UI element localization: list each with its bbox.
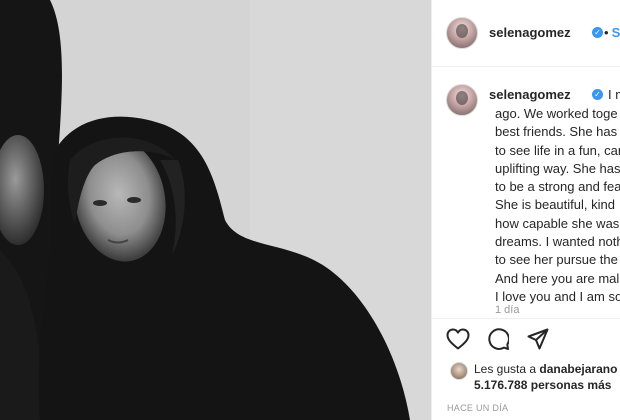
caption-text: ago. We worked toge best friends. She ha…: [495, 105, 620, 306]
caption-line: ago. We worked toge: [495, 106, 618, 121]
caption-line: to be a strong and fea: [495, 179, 620, 195]
caption-line: to see her pursue the: [495, 252, 618, 268]
post-photo-image: [0, 0, 431, 420]
posted-time[interactable]: HACE UN DÍA: [447, 403, 508, 413]
verified-badge-icon: ✓: [592, 27, 603, 38]
likes-count-line[interactable]: 5.176.788 personas más: [474, 378, 611, 392]
caption-verified-badge-icon: ✓: [592, 89, 603, 100]
caption-line: uplifting way. She has: [495, 160, 620, 176]
post-caption: selenagomez ✓ I me ago. We worked toge b…: [432, 67, 620, 317]
likes-prefix: Les gusta a: [474, 362, 537, 376]
heart-icon[interactable]: [446, 328, 470, 350]
header-follow: •Sig: [604, 25, 620, 40]
caption-line: best friends. She has t: [495, 124, 620, 140]
actions-divider: [432, 318, 620, 319]
post-header: selenagomez ✓ •Sig: [432, 0, 620, 67]
caption-line: And here you are mal: [495, 270, 620, 286]
comment-icon[interactable]: [487, 328, 509, 350]
post-side-panel: selenagomez ✓ •Sig selenagomez ✓ I me ag…: [431, 0, 620, 420]
caption-author-avatar[interactable]: [446, 84, 478, 116]
likes-suffix[interactable]: personas más: [531, 378, 612, 392]
likes-section: Les gusta a danabejarano 5.176.788 perso…: [432, 358, 620, 394]
liker-username[interactable]: danabejarano: [539, 362, 617, 376]
author-username[interactable]: selenagomez: [489, 25, 571, 40]
caption-author-username[interactable]: selenagomez: [489, 87, 571, 102]
caption-time[interactable]: 1 día: [495, 304, 519, 316]
post-actions: [432, 325, 620, 353]
caption-text-first: I me: [608, 87, 620, 102]
caption-line: how capable she was: [495, 215, 620, 231]
caption-line: to see life in a fun, car: [495, 142, 620, 158]
follow-button[interactable]: Sig: [612, 25, 620, 40]
likes-line: Les gusta a danabejarano: [474, 362, 617, 376]
post-photo[interactable]: [0, 0, 431, 420]
header-separator: •: [604, 25, 609, 40]
share-icon[interactable]: [527, 328, 549, 350]
author-avatar[interactable]: [446, 17, 478, 49]
caption-line: She is beautiful, kind: [495, 197, 615, 213]
caption-line: dreams. I wanted noth: [495, 234, 620, 250]
likes-count[interactable]: 5.176.788: [474, 378, 527, 392]
liker-avatar[interactable]: [450, 362, 468, 380]
